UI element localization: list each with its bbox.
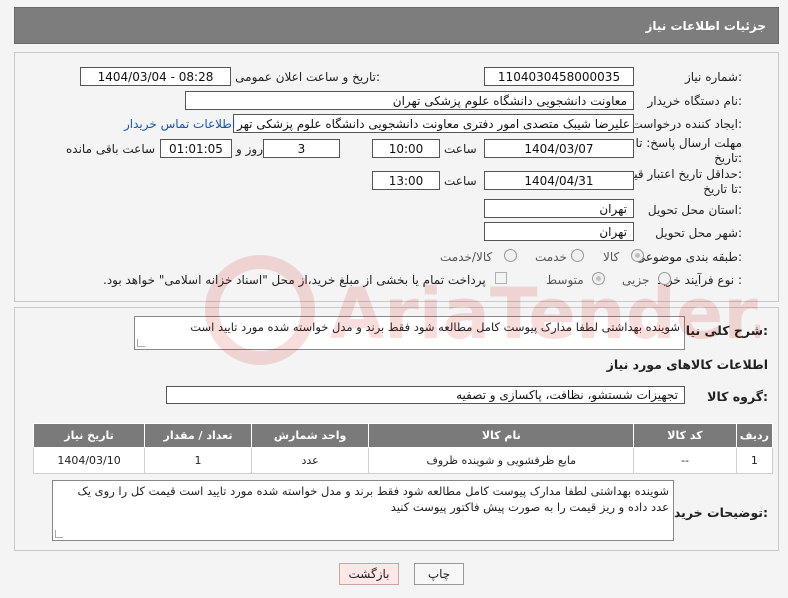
deadline-time-label: ساعت <box>444 142 477 156</box>
city-field: تهران <box>484 222 634 241</box>
col-item-code: کد کالا <box>633 423 737 448</box>
resize-grip-icon[interactable] <box>137 339 145 347</box>
contact-buyer-link[interactable]: اطلاعات تماس خریدار <box>124 117 235 131</box>
process-option-medium: متوسط <box>546 273 584 287</box>
category-radio-goods-service[interactable] <box>504 249 517 262</box>
summary-textarea[interactable]: شوینده بهداشتی لطفا مدارک پیوست کامل مطا… <box>134 316 685 350</box>
cell-item-name: مایع ظرفشویی و شوینده ظروف <box>368 447 635 474</box>
page-title: جزئیات اطلاعات نیاز <box>645 18 766 33</box>
goods-info-title: اطلاعات کالاهای مورد نیاز <box>606 357 768 372</box>
category-radio-goods[interactable] <box>631 249 644 262</box>
deadline-time-field: 10:00 <box>372 139 440 158</box>
col-row-number: ردیف <box>735 423 774 448</box>
price-validity-label-2: تا تاریخ: <box>703 182 742 196</box>
price-validity-time-field: 13:00 <box>372 171 440 190</box>
col-need-date: تاریخ نیاز <box>32 423 146 448</box>
process-option-minor: جزیی <box>622 273 650 287</box>
buyer-org-label: نام دستگاه خریدار: <box>647 94 743 108</box>
cell-row-number: 1 <box>735 447 774 474</box>
print-button[interactable]: چاپ <box>414 563 464 585</box>
summary-text: شوینده بهداشتی لطفا مدارک پیوست کامل مطا… <box>190 320 680 334</box>
category-option-goods-service: کالا/خدمت <box>440 250 493 264</box>
back-button[interactable]: بازگشت <box>339 563 399 585</box>
process-radio-medium[interactable] <box>592 272 605 285</box>
creator-field: علیرضا شیبک متصدی امور دفتری معاونت دانش… <box>233 114 634 133</box>
goods-table-wrapper: ردیف کد کالا نام کالا واحد شمارش تعداد /… <box>32 423 774 474</box>
buyer-org-field: معاونت دانشجویی دانشگاه علوم پزشکی تهران <box>185 91 634 110</box>
category-label: طبقه بندی موضوعی: <box>635 250 742 264</box>
time-remaining-field: 01:01:05 <box>160 139 232 158</box>
cell-need-date: 1404/03/10 <box>32 447 146 474</box>
category-option-service: خدمت <box>535 250 567 264</box>
announce-label: تاریخ و ساعت اعلان عمومی: <box>235 70 380 84</box>
summary-label: شرح کلی نیاز: <box>678 323 769 338</box>
deadline-label-1: مهلت ارسال پاسخ: تا <box>635 136 742 150</box>
buyer-notes-textarea[interactable]: شوینده بهداشتی لطفا مدارک پیوست کامل مطا… <box>52 480 674 541</box>
cell-quantity: 1 <box>144 447 252 474</box>
goods-table: ردیف کد کالا نام کالا واحد شمارش تعداد /… <box>32 423 774 474</box>
days-remaining-field: 3 <box>263 139 340 158</box>
deadline-label-2: تاریخ: <box>714 151 742 165</box>
city-label: شهر محل تحویل: <box>655 226 742 240</box>
process-radio-minor[interactable] <box>658 272 671 285</box>
treasury-payment-note: پرداخت تمام یا بخشی از مبلغ خرید،از محل … <box>103 273 486 287</box>
need-number-label: شماره نیاز: <box>684 70 742 84</box>
col-quantity: تعداد / مقدار <box>144 423 252 448</box>
category-option-goods: کالا <box>603 250 620 264</box>
creator-label: ایجاد کننده درخواست: <box>631 117 742 131</box>
goods-group-field: تجهیزات شستشو، نظافت، پاکسازی و تصفیه <box>166 386 685 404</box>
goods-group-label: گروه کالا: <box>707 389 768 404</box>
price-validity-time-label: ساعت <box>444 174 477 188</box>
col-unit: واحد شمارش <box>250 423 370 448</box>
goods-table-header: ردیف کد کالا نام کالا واحد شمارش تعداد /… <box>32 423 774 448</box>
time-remaining-label: ساعت باقی مانده <box>66 142 156 156</box>
province-label: استان محل تحویل: <box>647 203 742 217</box>
buyer-notes-text: شوینده بهداشتی لطفا مدارک پیوست کامل مطا… <box>77 484 669 514</box>
col-item-name: نام کالا <box>368 423 635 448</box>
price-validity-label-1: حداقل تاریخ اعتبار قیمت: <box>615 167 742 181</box>
cell-unit: عدد <box>250 447 370 474</box>
category-radio-service[interactable] <box>571 249 584 262</box>
table-row[interactable]: 1 -- مایع ظرفشویی و شوینده ظروف عدد 1 14… <box>32 447 774 474</box>
announce-field: 1404/03/04 - 08:28 <box>80 67 231 86</box>
province-field: تهران <box>484 199 634 218</box>
cell-item-code: -- <box>633 447 737 474</box>
deadline-date-field: 1404/03/07 <box>484 139 634 158</box>
buyer-notes-label: توضیحات خریدار: <box>662 505 768 520</box>
resize-grip-icon[interactable] <box>55 530 63 538</box>
need-number-field: 1104030458000035 <box>484 67 634 86</box>
treasury-payment-checkbox[interactable] <box>495 272 507 284</box>
page-header: جزئیات اطلاعات نیاز <box>14 7 779 44</box>
days-label: روز و <box>236 142 263 156</box>
price-validity-date-field: 1404/04/31 <box>484 171 634 190</box>
